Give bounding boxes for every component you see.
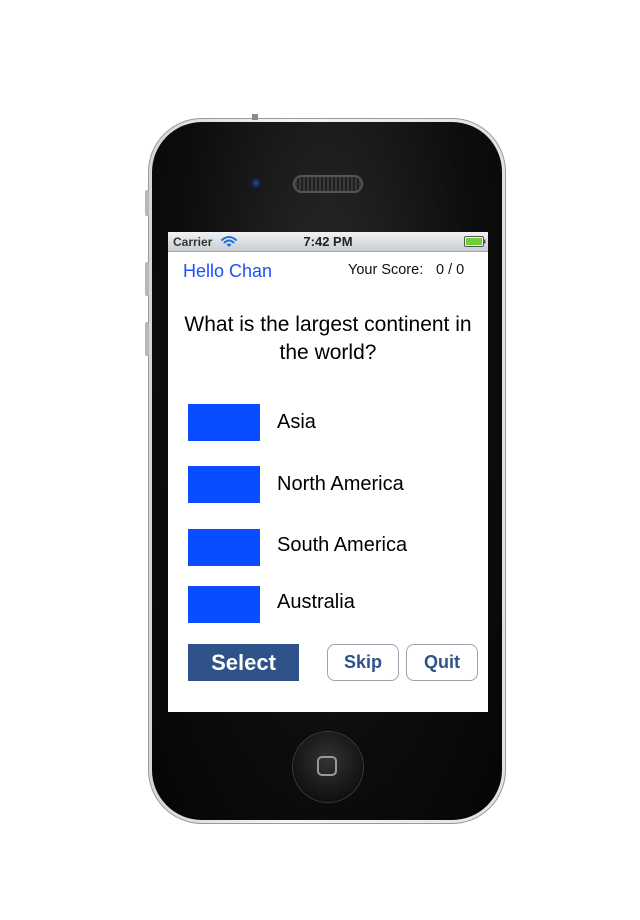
option-south-america[interactable]: South America bbox=[188, 529, 478, 567]
option-checkbox[interactable] bbox=[188, 404, 260, 441]
home-button[interactable] bbox=[293, 732, 363, 802]
power-button bbox=[252, 114, 258, 120]
score-value: 0 / 0 bbox=[436, 262, 465, 278]
status-time: 7:42 PM bbox=[303, 234, 353, 249]
skip-button[interactable]: Skip bbox=[327, 644, 399, 681]
option-checkbox[interactable] bbox=[188, 466, 260, 503]
option-asia[interactable]: Asia bbox=[188, 404, 478, 442]
mute-switch bbox=[145, 190, 149, 216]
option-checkbox[interactable] bbox=[188, 586, 260, 623]
option-north-america[interactable]: North America bbox=[188, 466, 478, 504]
select-button[interactable]: Select bbox=[188, 644, 299, 681]
volume-up-button bbox=[145, 262, 149, 296]
score-label: Your Score: bbox=[348, 262, 424, 278]
option-label: North America bbox=[277, 473, 404, 495]
option-label: Australia bbox=[277, 591, 355, 613]
battery-icon bbox=[464, 236, 486, 247]
status-bar: Carrier 7:42 PM bbox=[168, 232, 488, 252]
earpiece-speaker bbox=[295, 177, 361, 191]
option-label: Asia bbox=[277, 411, 316, 433]
front-camera-icon bbox=[249, 176, 263, 190]
quit-button[interactable]: Quit bbox=[406, 644, 478, 681]
app-screen: Carrier 7:42 PM Hello Chan Your Score: 0… bbox=[168, 232, 488, 712]
question-text: What is the largest continent in the wor… bbox=[184, 313, 472, 364]
greeting-label: Hello Chan bbox=[183, 261, 273, 281]
option-australia[interactable]: Australia bbox=[188, 586, 478, 624]
volume-down-button bbox=[145, 322, 149, 356]
option-label: South America bbox=[277, 534, 408, 556]
option-checkbox[interactable] bbox=[188, 529, 260, 566]
home-square-icon bbox=[317, 756, 337, 776]
